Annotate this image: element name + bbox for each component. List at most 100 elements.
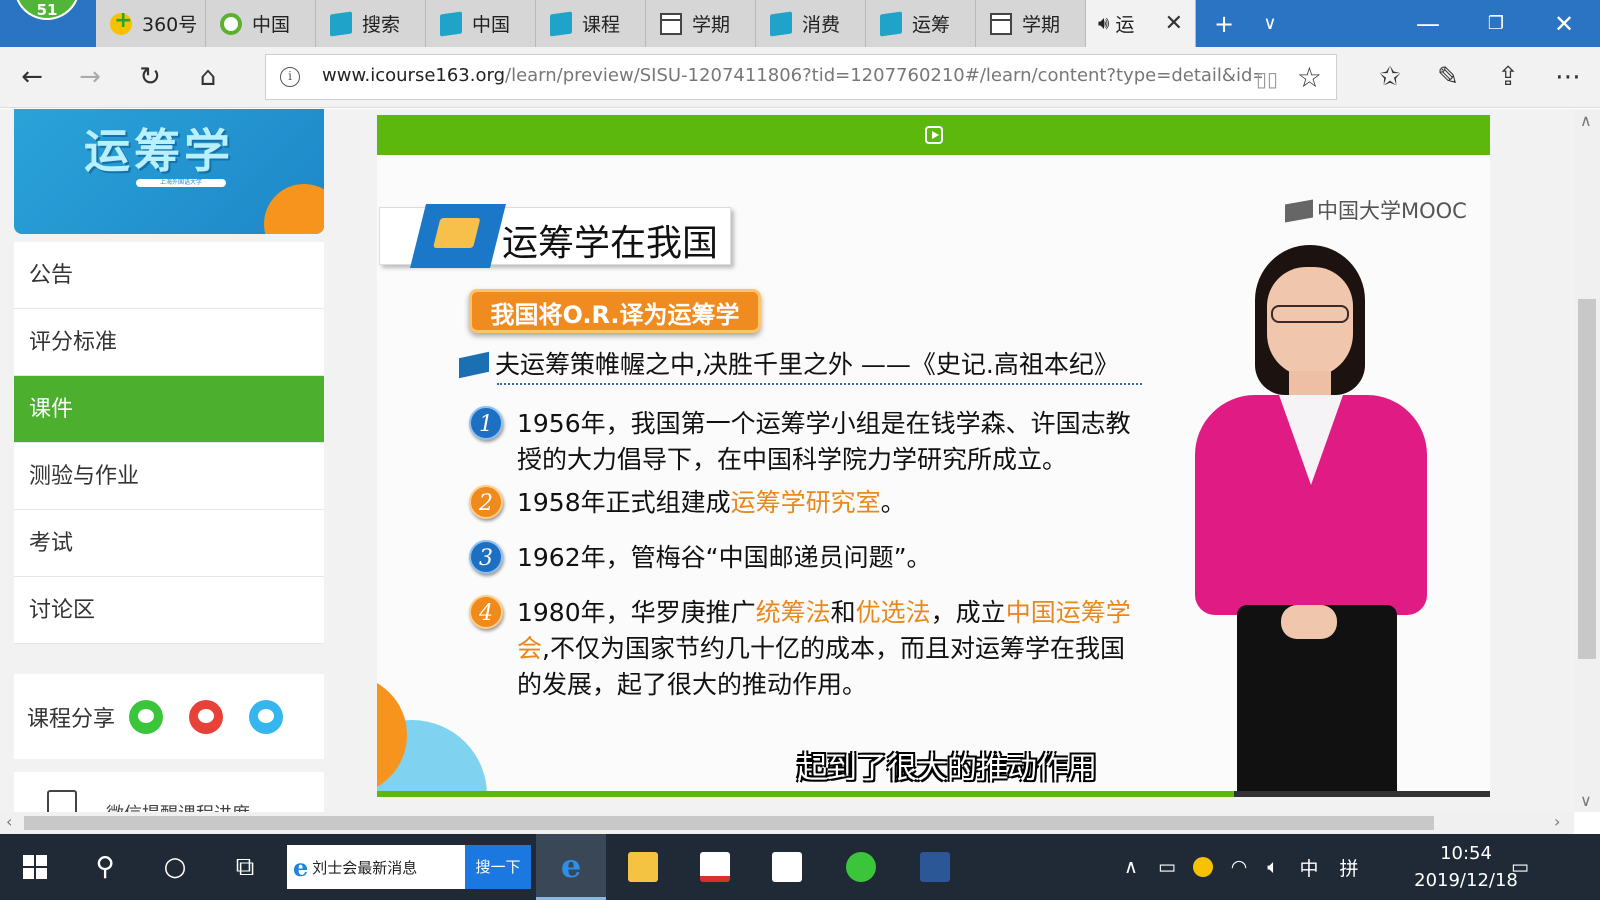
- notebook-icon: [410, 204, 506, 268]
- close-window-button[interactable]: ✕: [1540, 0, 1588, 47]
- favorites-list-icon[interactable]: ✩: [1372, 59, 1408, 95]
- file-explorer-icon[interactable]: [608, 834, 678, 900]
- course-banner[interactable]: 运筹学 上海外国语大学: [14, 109, 324, 234]
- edge-icon[interactable]: e: [536, 834, 606, 900]
- page-content: 运筹学 上海外国语大学 公告 评分标准 课件 测验与作业 考试 讨论区 课程分享…: [0, 109, 1574, 812]
- favorite-star-icon[interactable]: ☆: [1297, 61, 1322, 94]
- tab-label: 运筹: [912, 14, 951, 36]
- scroll-left-icon[interactable]: ‹: [6, 812, 12, 831]
- ime-language[interactable]: 中: [1294, 834, 1324, 900]
- search-icon[interactable]: ⚲: [70, 834, 140, 900]
- pen-icon[interactable]: ✎: [1430, 59, 1466, 95]
- reading-view-icon[interactable]: ▯▯: [1256, 67, 1278, 91]
- remind-label: 微信提醒课程进度: [106, 800, 250, 812]
- wechat-icon[interactable]: [129, 699, 164, 734]
- player-top-bar: [377, 115, 1490, 155]
- taskbar-search-button[interactable]: 搜一下: [465, 845, 531, 889]
- back-arrow-icon[interactable]: ←: [14, 59, 50, 95]
- play-icon[interactable]: [925, 126, 943, 144]
- point-line: 的发展，起了很大的推动作用。: [517, 670, 868, 699]
- windows-taskbar: ⚲ ○ ⧉ e 刘士会最新消息 搜一下 e ∧ ▭ ◠ 🔈︎ 中 拼 10:54…: [0, 834, 1600, 900]
- grad-cap-icon: [459, 351, 489, 379]
- more-menu-icon[interactable]: ⋯: [1550, 59, 1586, 95]
- tab-3[interactable]: 搜索: [316, 0, 426, 47]
- point-line: 授的大力倡导下，在中国科学院力学研究所成立。: [517, 445, 1068, 474]
- mail-icon[interactable]: [752, 834, 822, 900]
- menu-item-grading[interactable]: 评分标准: [14, 309, 324, 376]
- refresh-icon[interactable]: ↻: [132, 59, 168, 95]
- point-number: 3: [469, 540, 503, 574]
- home-icon[interactable]: ⌂: [190, 59, 226, 95]
- tab-4[interactable]: 中国: [426, 0, 536, 47]
- wifi-icon[interactable]: ◠: [1224, 834, 1254, 900]
- point-highlight: 统筹法: [755, 598, 831, 627]
- tab-6[interactable]: 学期: [646, 0, 756, 47]
- point-segment: 1958年正式组建成: [517, 488, 731, 517]
- minimize-button[interactable]: —: [1404, 0, 1452, 47]
- book-icon: [440, 10, 462, 37]
- pdf-reader-icon[interactable]: [680, 834, 750, 900]
- slide-title: 运筹学在我国: [502, 223, 719, 264]
- page-icon: [990, 12, 1012, 35]
- ime-mode[interactable]: 拼: [1334, 834, 1364, 900]
- battery-icon[interactable]: ▭: [1152, 834, 1182, 900]
- horizontal-scroll-thumb[interactable]: [24, 816, 1434, 830]
- forward-arrow-icon[interactable]: →: [72, 59, 108, 95]
- vertical-scrollbar[interactable]: ∧ ∨: [1574, 109, 1600, 812]
- wechat-remind[interactable]: 微信提醒课程进度: [14, 772, 324, 812]
- tab-label: 消费: [802, 14, 841, 36]
- taskbar-search-input[interactable]: 刘士会最新消息: [312, 857, 465, 878]
- qq-icon[interactable]: [249, 699, 284, 734]
- video-player[interactable]: 中国大学MOOC 运筹学在我国 我国将O.R.译为运筹学 夫运筹策帷幄之中,决胜…: [377, 115, 1490, 797]
- point-highlight: 中国运筹学: [1005, 598, 1131, 627]
- tab-manager[interactable]: 51: [0, 0, 96, 47]
- tab-8[interactable]: 运筹: [866, 0, 976, 47]
- vertical-scroll-thumb[interactable]: [1578, 299, 1596, 659]
- book-icon: [880, 10, 902, 37]
- scroll-right-icon[interactable]: ›: [1554, 812, 1560, 831]
- word-icon[interactable]: [900, 834, 970, 900]
- task-view-icon[interactable]: ⧉: [210, 834, 280, 900]
- info-icon[interactable]: i: [280, 67, 300, 87]
- banner-decoration: [264, 184, 324, 234]
- tab-2[interactable]: 中国: [206, 0, 316, 47]
- chevron-down-icon[interactable]: ∨: [1246, 0, 1294, 47]
- start-button[interactable]: [0, 834, 70, 900]
- speaker-icon[interactable]: 🔊︎: [1098, 13, 1109, 34]
- address-bar[interactable]: i www.icourse163.org/learn/preview/SISU-…: [265, 54, 1337, 100]
- url-text[interactable]: www.icourse163.org/learn/preview/SISU-12…: [322, 65, 1262, 86]
- banner-subtitle: 上海外国语大学: [136, 179, 226, 187]
- menu-item-announcement[interactable]: 公告: [14, 242, 324, 309]
- notification-center-icon[interactable]: ▭: [1500, 834, 1540, 900]
- course-share: 课程分享: [14, 674, 324, 759]
- wechat-app-icon[interactable]: [826, 834, 896, 900]
- scroll-down-icon[interactable]: ∨: [1580, 791, 1592, 810]
- point-segment: ,不仅为国家节约几十亿的成本，而且对运筹学在我国: [542, 634, 1125, 663]
- tab-active[interactable]: 🔊︎ 运 ✕: [1086, 0, 1196, 47]
- page-icon: [660, 12, 682, 35]
- chevron-up-icon[interactable]: ∧: [1116, 834, 1146, 900]
- tab-5[interactable]: 课程: [536, 0, 646, 47]
- new-tab-button[interactable]: +: [1200, 0, 1248, 47]
- menu-item-quiz[interactable]: 测验与作业: [14, 443, 324, 510]
- video-progress-bar[interactable]: [377, 791, 1490, 797]
- windows-logo-icon: [23, 855, 47, 879]
- cortana-icon[interactable]: ○: [140, 834, 210, 900]
- scroll-up-icon[interactable]: ∧: [1580, 111, 1592, 130]
- restore-button[interactable]: ❐: [1472, 0, 1520, 47]
- tab-1[interactable]: 360号: [96, 0, 206, 47]
- menu-item-exam[interactable]: 考试: [14, 510, 324, 577]
- close-tab-icon[interactable]: ✕: [1165, 11, 1183, 36]
- menu-item-discussion[interactable]: 讨论区: [14, 577, 324, 644]
- tab-label: 中国: [472, 14, 511, 36]
- share-icon[interactable]: ⇪: [1490, 59, 1526, 95]
- 360-tray-icon[interactable]: [1188, 834, 1218, 900]
- tab-9[interactable]: 学期: [976, 0, 1086, 47]
- volume-icon[interactable]: 🔈︎: [1258, 834, 1288, 900]
- tab-7[interactable]: 消费: [756, 0, 866, 47]
- point-text: 1980年，华罗庚推广统筹法和优选法，成立中国运筹学 会,不仅为国家节约几十亿的…: [517, 595, 1131, 703]
- weibo-icon[interactable]: [189, 699, 224, 734]
- navigation-bar: ← → ↻ ⌂ i www.icourse163.org/learn/previ…: [0, 47, 1600, 108]
- menu-item-courseware[interactable]: 课件: [14, 376, 324, 443]
- horizontal-scrollbar[interactable]: ‹ ›: [0, 812, 1574, 834]
